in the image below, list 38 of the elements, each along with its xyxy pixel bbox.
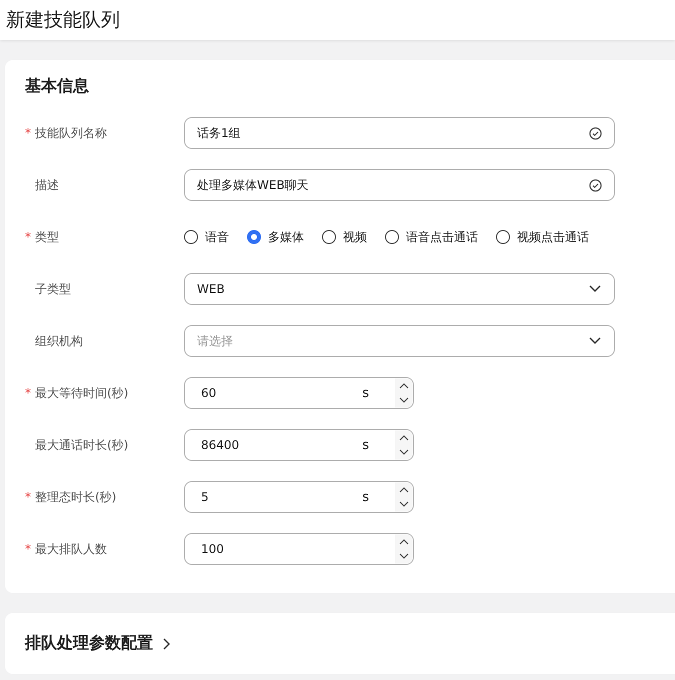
radio-icon[interactable] [385, 230, 399, 244]
field-label: 最大通话时长(秒) [35, 436, 128, 454]
required-mark: * [25, 126, 31, 140]
number-field[interactable]: 86400 s [184, 429, 414, 461]
field-label: 最大等待时间(秒) [35, 384, 128, 402]
radio-option[interactable]: 语音 [184, 228, 229, 246]
radio-option[interactable]: 语音点击通话 [385, 228, 478, 246]
unit-label: s [362, 386, 369, 400]
field-label: 技能队列名称 [35, 124, 107, 142]
field-label: 整理态时长(秒) [35, 488, 116, 506]
text-field[interactable]: 话务1组 [184, 117, 615, 149]
field-label: 类型 [35, 228, 59, 246]
check-circle-icon [589, 178, 602, 192]
radio-icon[interactable] [247, 230, 261, 244]
radio-option[interactable]: 视频 [322, 228, 367, 246]
radio-option[interactable]: 视频点击通话 [496, 228, 589, 246]
number-field[interactable]: 5 s [184, 481, 414, 513]
radio-icon[interactable] [496, 230, 510, 244]
required-mark: * [25, 386, 31, 400]
field-label: 子类型 [35, 280, 71, 298]
section-title: 基本信息 [25, 76, 89, 97]
field-label: 最大排队人数 [35, 540, 107, 558]
required-mark: * [25, 490, 31, 504]
field-label: 组织机构 [35, 332, 83, 350]
unit-label: s [362, 438, 369, 452]
number-field[interactable]: 60 s [184, 377, 414, 409]
number-field[interactable]: 100 [184, 533, 414, 565]
required-mark: * [25, 230, 31, 244]
text-field[interactable]: 处理多媒体WEB聊天 [184, 169, 615, 201]
radio-icon[interactable] [184, 230, 198, 244]
select-field[interactable]: WEB [184, 273, 615, 305]
required-mark: * [25, 542, 31, 556]
page-title: 新建技能队列 [6, 8, 120, 33]
unit-label: s [362, 490, 369, 504]
radio-icon[interactable] [322, 230, 336, 244]
radio-option[interactable]: 多媒体 [247, 228, 304, 246]
check-circle-icon [589, 126, 602, 140]
field-label: 描述 [35, 176, 59, 194]
